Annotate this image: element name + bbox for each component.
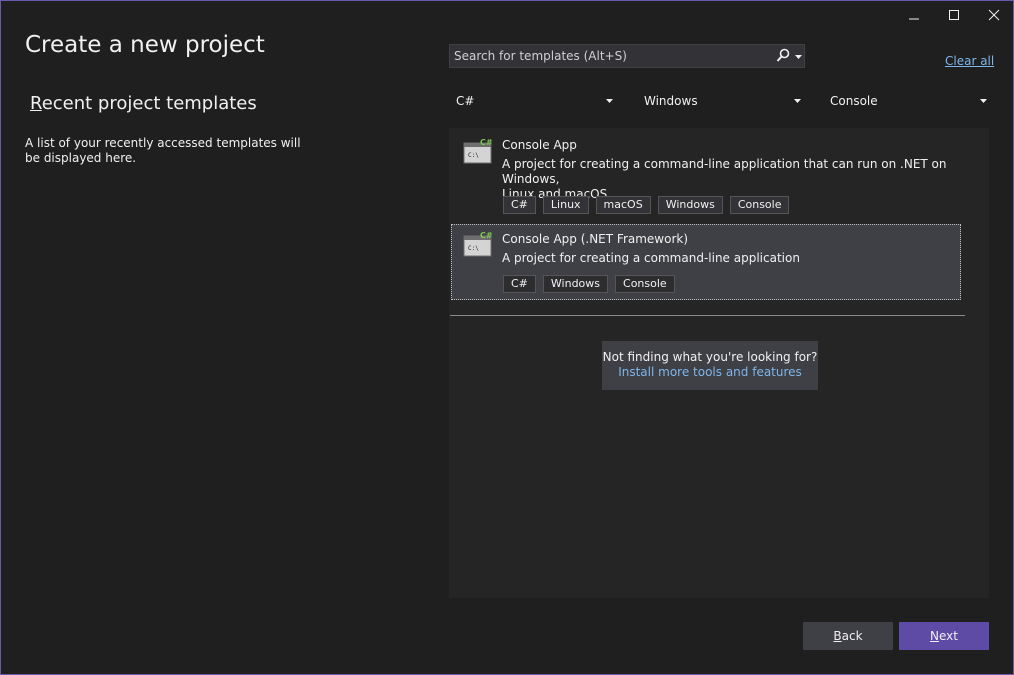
language-filter-dropdown[interactable]: C# (449, 89, 617, 113)
csharp-badge-icon: C# (480, 139, 493, 147)
template-item-console-app[interactable]: C:\ C# Console App A project for creatin… (449, 128, 961, 220)
search-options-chevron-down-icon[interactable] (795, 55, 802, 59)
tag: Windows (657, 196, 723, 214)
search-input[interactable] (454, 45, 764, 67)
template-description: A project for creating a command-line ap… (502, 251, 800, 265)
install-more-tools-link[interactable]: Install more tools and features (602, 365, 818, 379)
platform-filter-value: Windows (644, 94, 698, 108)
csharp-badge-icon: C# (480, 232, 493, 240)
not-finding-panel: Not finding what you're looking for? Ins… (602, 341, 818, 390)
language-filter-value: C# (456, 94, 475, 108)
close-icon (988, 9, 1000, 21)
search-icon[interactable] (776, 48, 790, 64)
chevron-down-icon (606, 99, 613, 103)
tag: Console (729, 196, 790, 214)
recent-templates-heading: Recent project templates (30, 93, 257, 114)
template-tags: C# Windows Console (503, 275, 675, 293)
svg-text:C:\: C:\ (468, 152, 479, 159)
maximize-icon (949, 10, 959, 20)
template-search-box[interactable] (449, 44, 805, 68)
template-item-console-app-net-framework[interactable]: C:\ C# Console App (.NET Framework) A pr… (451, 224, 961, 300)
back-button[interactable]: Back (803, 622, 893, 650)
divider (450, 315, 965, 316)
template-list: C:\ C# Console App A project for creatin… (449, 128, 989, 598)
project-type-filter-dropdown[interactable]: Console (823, 89, 991, 113)
tag: C# (503, 196, 536, 214)
console-app-icon: C:\ C# (463, 139, 493, 164)
chevron-down-icon (980, 99, 987, 103)
next-button[interactable]: Next (899, 622, 989, 650)
maximize-button[interactable] (934, 4, 974, 26)
tag: C# (503, 275, 536, 293)
project-type-filter-value: Console (830, 94, 878, 108)
tag: macOS (595, 196, 651, 214)
template-title: Console App (502, 138, 577, 152)
close-button[interactable] (974, 4, 1014, 26)
recent-templates-description: A list of your recently accessed templat… (25, 136, 301, 165)
tag: Console (615, 275, 675, 293)
minimize-button[interactable] (894, 4, 934, 26)
svg-text:C:\: C:\ (468, 245, 479, 252)
platform-filter-dropdown[interactable]: Windows (637, 89, 805, 113)
minimize-icon (909, 18, 919, 20)
template-tags: C# Linux macOS Windows Console (503, 196, 790, 214)
console-app-icon: C:\ C# (463, 232, 493, 257)
not-finding-question: Not finding what you're looking for? (602, 350, 818, 364)
tag: Linux (542, 196, 589, 214)
clear-all-link[interactable]: Clear all (945, 54, 994, 68)
template-title: Console App (.NET Framework) (502, 232, 689, 246)
tag: Windows (542, 275, 609, 293)
chevron-down-icon (794, 99, 801, 103)
page-title: Create a new project (25, 32, 265, 58)
